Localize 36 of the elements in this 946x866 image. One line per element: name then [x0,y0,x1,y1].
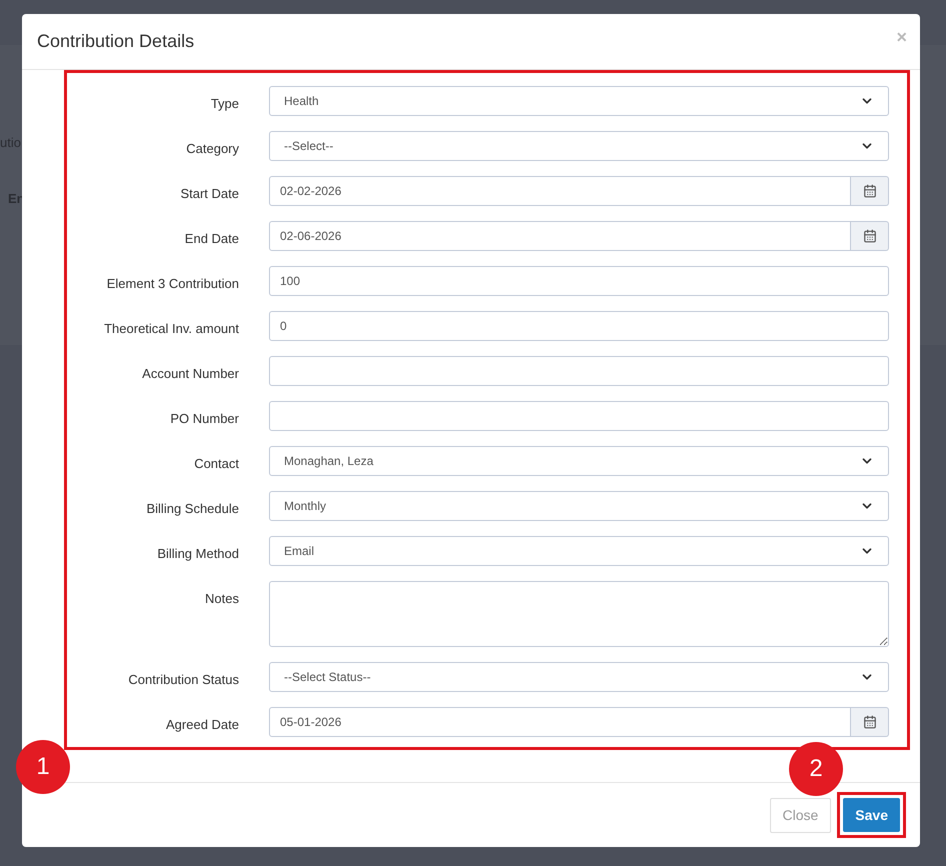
date-field[interactable]: 05-01-2026 [269,707,851,737]
calendar-icon [862,715,876,729]
field-label: Theoretical Inv. amount [103,320,239,338]
field-label: Billing Method [156,545,239,563]
calendar-icon [862,184,876,198]
field-label: Element 3 Contribution [106,275,239,293]
select-field[interactable]: Monaghan, Leza [269,446,889,476]
field-label: Account Number [141,365,239,383]
calendar-icon [862,229,876,243]
date-field[interactable]: 02-02-2026 [269,176,851,206]
date-field[interactable]: 02-06-2026 [269,221,851,251]
field-label: Contribution Status [127,671,239,689]
notes-field[interactable] [269,581,889,647]
field-label: Notes [204,590,239,608]
select-field[interactable]: Monthly [269,491,889,521]
field-label: Start Date [179,185,239,203]
save-button[interactable]: Save [843,798,900,832]
select-field[interactable]: --Select-- [269,131,889,161]
field-label: Billing Schedule [145,500,239,518]
select-field[interactable]: Health [269,86,889,116]
select-field[interactable]: --Select Status-- [269,662,889,692]
calendar-button[interactable] [851,707,889,737]
field-label: Category [185,140,239,158]
field-label: PO Number [169,410,239,428]
select-field[interactable]: Email [269,536,889,566]
field-label: Contact [193,455,239,473]
field-label: Agreed Date [165,716,239,734]
input-field[interactable] [269,356,889,386]
input-field[interactable]: 100 [269,266,889,296]
field-label: Type [210,95,239,113]
modal-title: Contribution Details [37,30,194,53]
input-field[interactable] [269,401,889,431]
calendar-button[interactable] [851,176,889,206]
calendar-button[interactable] [851,221,889,251]
input-field[interactable]: 0 [269,311,889,341]
field-label: End Date [184,230,239,248]
